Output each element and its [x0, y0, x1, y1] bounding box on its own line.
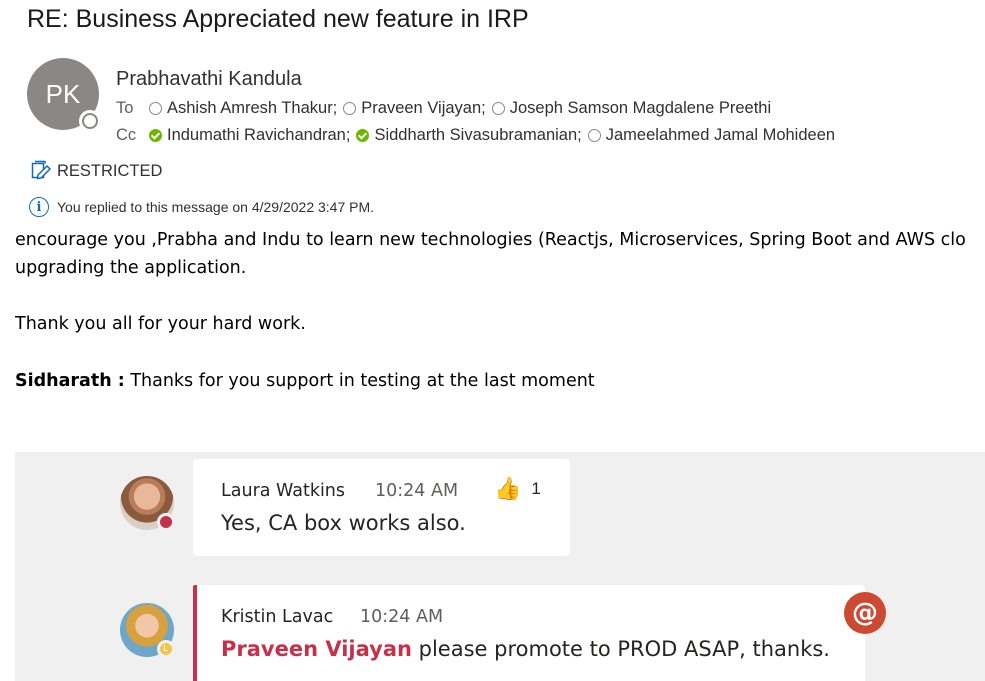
message-time: 10:24 AM: [360, 607, 444, 627]
body-bold-name: Sidharath :: [15, 371, 125, 391]
offline-presence-icon: [343, 102, 357, 115]
recipient-name: Siddharth Sivasubramanian;: [374, 126, 582, 144]
recipient-name: Ashish Amresh Thakur;: [167, 99, 338, 117]
body-line: encourage you ,Prabha and Indu to learn …: [15, 230, 966, 250]
chat-message: Kristin Lavac 10:24 AM Praveen Vijayan p…: [193, 585, 865, 681]
available-presence-icon: [149, 129, 162, 142]
reply-info-bar: i You replied to this message on 4/29/20…: [29, 197, 374, 217]
busy-status-icon: [157, 513, 175, 531]
teams-chat-screenshot: Laura Watkins 10:24 AM 👍 1 Yes, CA box w…: [15, 452, 985, 681]
recipient[interactable]: Siddharth Sivasubramanian;: [356, 126, 582, 145]
sender-initials: PK: [45, 78, 81, 109]
message-time: 10:24 AM: [375, 481, 459, 501]
recipient-name: Indumathi Ravichandran;: [167, 126, 351, 144]
recipient[interactable]: Ashish Amresh Thakur;: [149, 99, 337, 118]
recipient[interactable]: Praveen Vijayan;: [343, 99, 486, 118]
message-author: Kristin Lavac: [221, 607, 334, 627]
message-author: Laura Watkins: [221, 481, 346, 501]
sensitivity-icon: [31, 160, 52, 180]
reaction: 👍 1: [494, 476, 541, 502]
body-line: Sidharath : Thanks for you support in te…: [15, 371, 595, 391]
recipient[interactable]: Jameelahmed Jamal Mohideen: [587, 126, 836, 145]
message-text: Yes, CA box works also.: [221, 511, 466, 535]
body-line: upgrading the application.: [15, 258, 247, 278]
sensitivity-text: RESTRICTED: [57, 161, 163, 180]
email-subject: RE: Business Appreciated new feature in …: [27, 5, 529, 33]
message-text: Praveen Vijayan please promote to PROD A…: [221, 637, 830, 661]
info-icon: i: [29, 197, 49, 217]
chat-message: Laura Watkins 10:24 AM 👍 1 Yes, CA box w…: [193, 459, 570, 556]
mention: Praveen Vijayan: [221, 637, 412, 661]
cc-label: Cc: [116, 126, 137, 144]
recipient[interactable]: Joseph Samson Magdalene Preethi: [491, 99, 772, 118]
offline-presence-icon: [149, 102, 162, 115]
away-status-icon: [157, 640, 175, 658]
mention-badge-icon: @: [844, 592, 886, 634]
recipient-name: Jameelahmed Jamal Mohideen: [605, 126, 836, 144]
offline-presence-icon: [587, 129, 601, 142]
body-line: Thank you all for your hard work.: [15, 314, 306, 334]
cc-recipients-row: Cc Indumathi Ravichandran; Siddharth Siv…: [116, 126, 835, 145]
available-presence-icon: [356, 129, 370, 142]
sender-name[interactable]: Prabhavathi Kandula: [116, 68, 302, 91]
recipient-name: Joseph Samson Magdalene Preethi: [509, 99, 772, 117]
sender-presence-icon: [79, 110, 101, 132]
to-label: To: [116, 99, 134, 117]
to-recipients-row: To Ashish Amresh Thakur; Praveen Vijayan…: [116, 99, 771, 118]
reaction-count: 1: [531, 479, 541, 498]
offline-presence-icon: [491, 102, 505, 115]
recipient[interactable]: Indumathi Ravichandran;: [149, 126, 350, 145]
reply-info-text: You replied to this message on 4/29/2022…: [57, 199, 375, 215]
body-text: Thanks for you support in testing at the…: [124, 371, 595, 391]
sensitivity-label[interactable]: RESTRICTED: [31, 160, 162, 182]
thumbs-up-icon: 👍: [494, 476, 522, 501]
recipient-name: Praveen Vijayan;: [361, 99, 486, 117]
